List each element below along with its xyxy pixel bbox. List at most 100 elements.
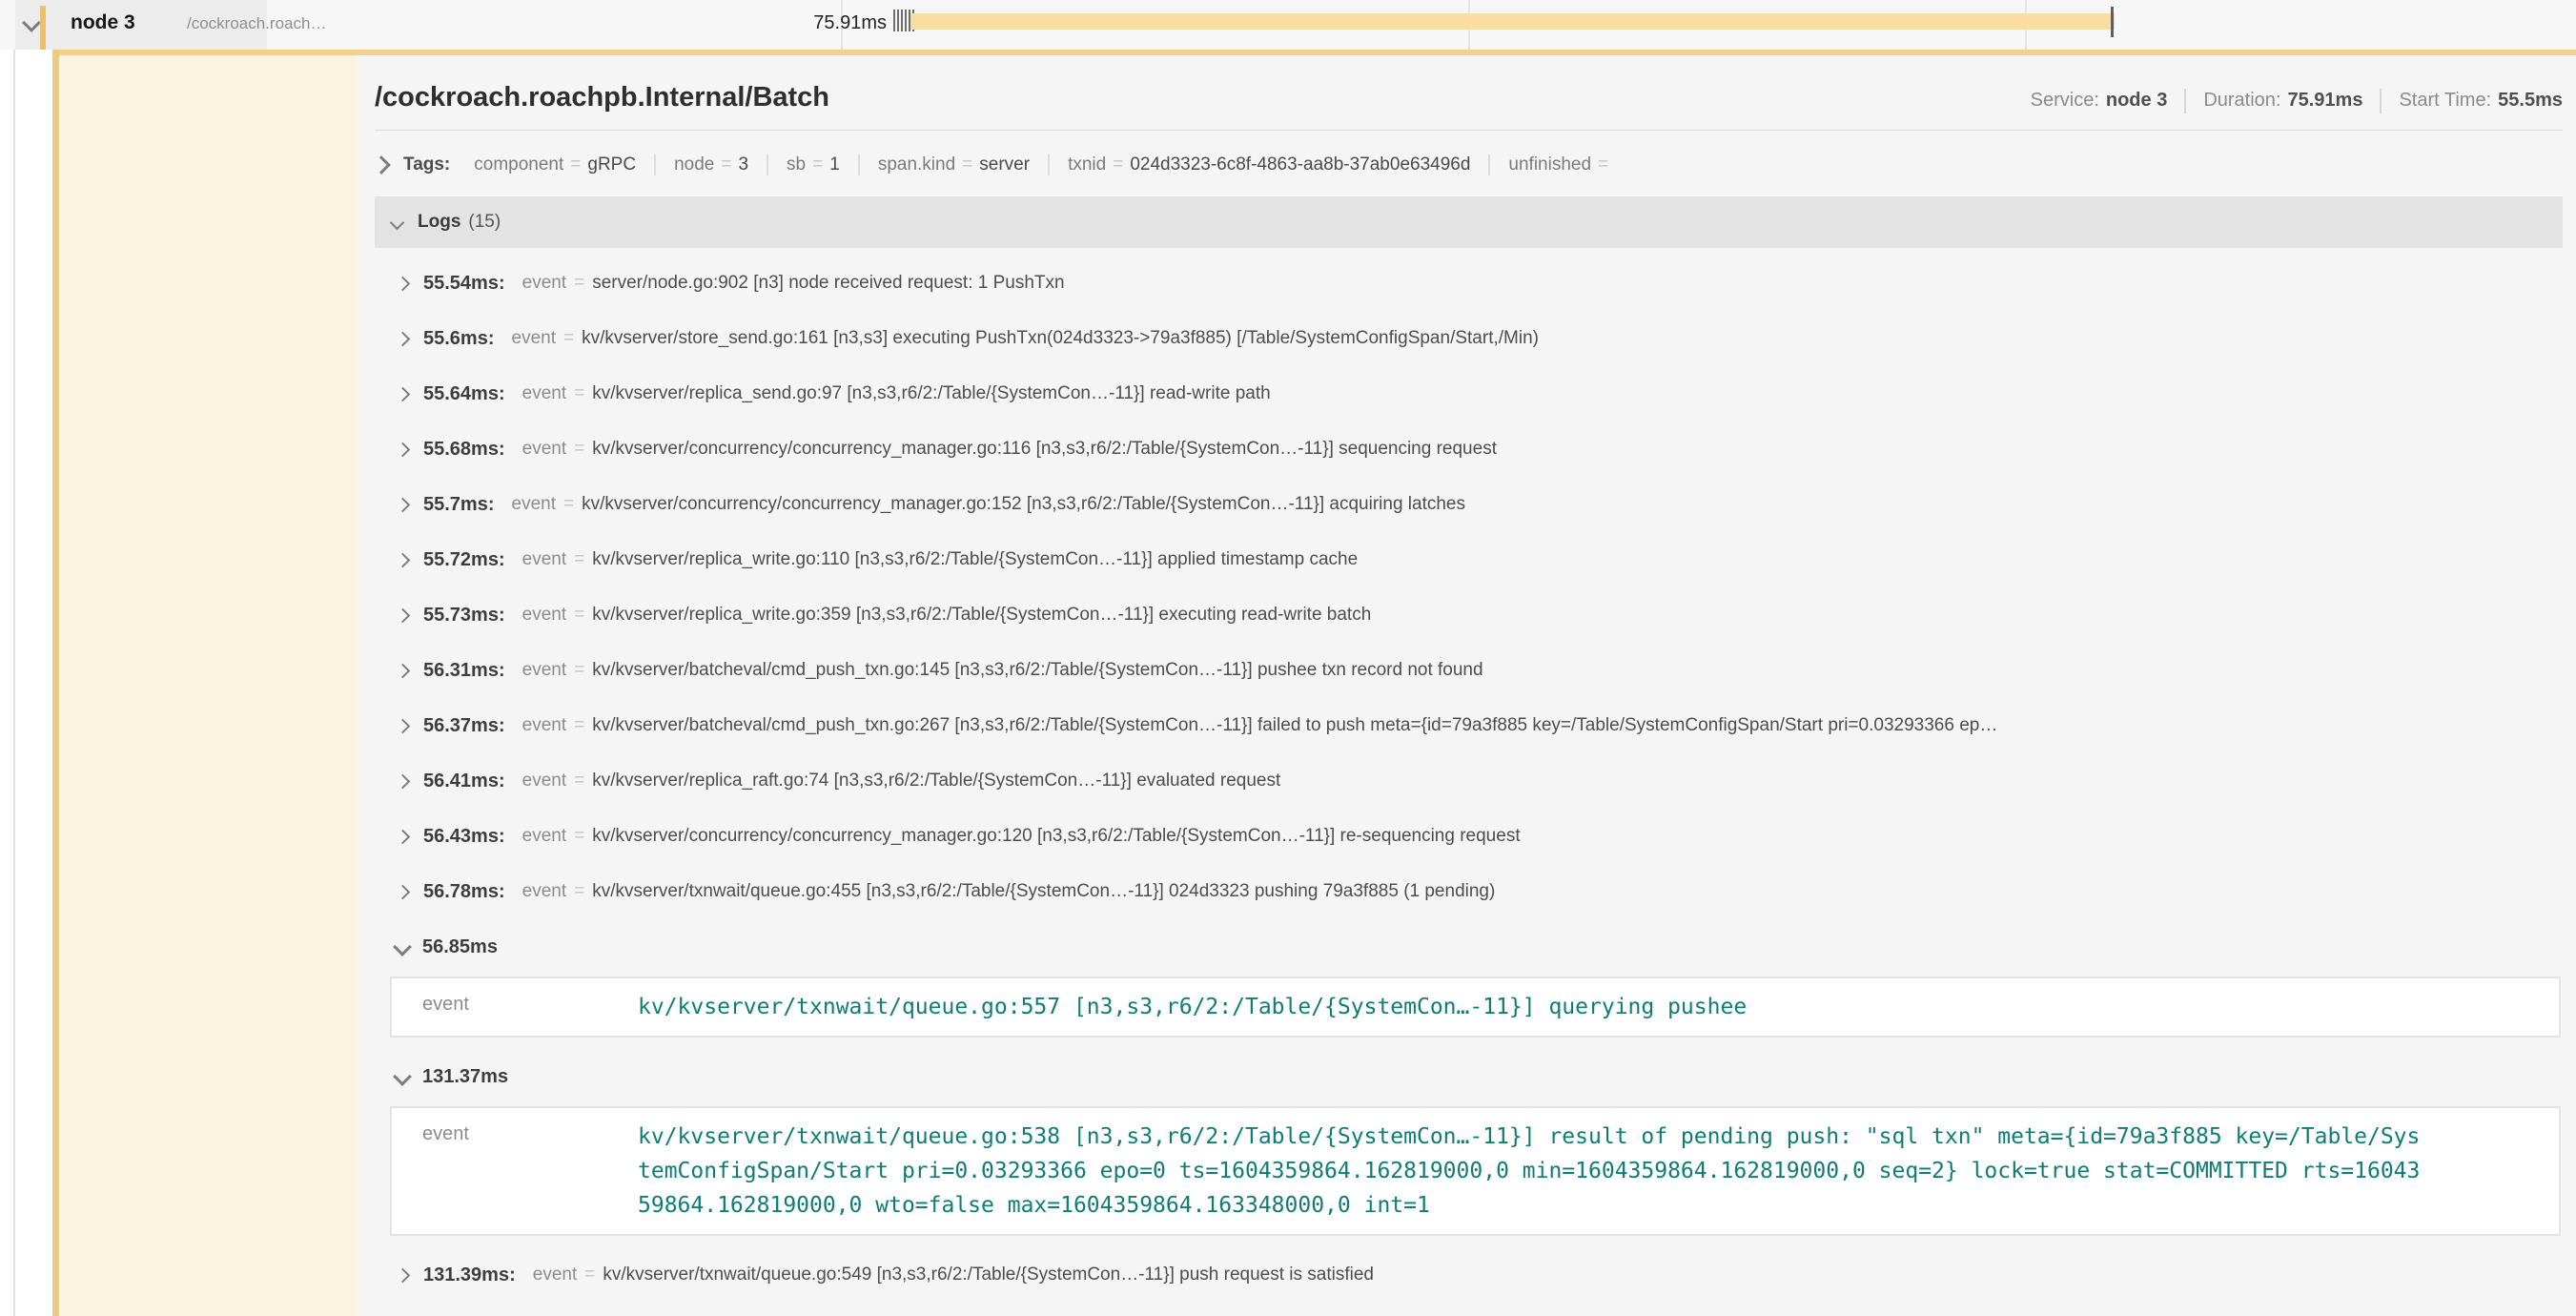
expanded-log-list: 56.85ms event kv/kvserver/txnwait/queue.… [375, 919, 2563, 1236]
log-message: kv/kvserver/concurrency/concurrency_mana… [582, 494, 1465, 515]
log-expand-chevron-icon[interactable] [396, 442, 411, 457]
log-field-key: event [522, 826, 566, 847]
log-timestamp: 55.7ms: [423, 494, 495, 516]
start-time-label: Start Time: [2399, 90, 2491, 112]
tag-item: unfinished = [1488, 154, 1633, 175]
log-row[interactable]: 55.68ms: event = kv/kvserver/concurrency… [375, 422, 2563, 477]
duration-label: Duration: [2203, 90, 2280, 112]
tag-key: unfinished [1508, 154, 1591, 175]
log-expand-chevron-icon[interactable] [396, 276, 411, 291]
log-expand-chevron-icon[interactable] [396, 884, 411, 899]
log-message: server/node.go:902 [n3] node received re… [592, 273, 1064, 294]
page-left-divider [13, 0, 15, 1316]
log-marker-tick-end[interactable] [2111, 7, 2114, 37]
log-expand-chevron-icon[interactable] [396, 607, 411, 623]
logs-section-header[interactable]: Logs (15) [375, 196, 2563, 248]
log-field-key: event [522, 439, 566, 460]
log-row[interactable]: 55.6ms: event = kv/kvserver/store_send.g… [375, 311, 2563, 366]
span-detail-header: /cockroach.roachpb.Internal/Batch Servic… [375, 82, 2563, 113]
span-color-bar [40, 6, 46, 50]
log-row[interactable]: 56.41ms: event = kv/kvserver/replica_raf… [375, 753, 2563, 809]
span-duration-label: 75.91ms [753, 12, 887, 34]
log-expand-chevron-icon[interactable] [396, 386, 411, 401]
logs-title[interactable]: Logs [418, 212, 460, 233]
span-duration-bar[interactable] [910, 13, 2115, 30]
log-marker-tick[interactable] [905, 10, 907, 31]
logs-collapse-chevron-icon[interactable] [390, 215, 405, 230]
log-equals: = [574, 383, 584, 404]
tag-item: sb = 1 [767, 154, 858, 175]
log-message: kv/kvserver/concurrency/concurrency_mana… [592, 439, 1497, 460]
log-timestamp: 55.73ms: [423, 605, 505, 627]
log-marker-tick[interactable] [901, 10, 903, 31]
tag-equals: = [1113, 154, 1123, 175]
log-expand-chevron-icon[interactable] [396, 773, 411, 789]
log-expand-chevron-icon[interactable] [396, 497, 411, 512]
log-message: kv/kvserver/txnwait/queue.go:455 [n3,s3,… [592, 881, 1495, 902]
log-expand-chevron-icon[interactable] [396, 663, 411, 678]
log-marker-tick[interactable] [897, 10, 899, 31]
log-equals: = [584, 1265, 595, 1285]
log-equals: = [563, 328, 574, 349]
log-field-key: event [522, 771, 566, 792]
tag-key: sb [787, 154, 806, 175]
log-row[interactable]: 55.72ms: event = kv/kvserver/replica_wri… [375, 532, 2563, 587]
span-row[interactable]: node 3 /cockroach.roach… 75.91ms [0, 0, 2576, 50]
log-row[interactable]: 56.43ms: event = kv/kvserver/concurrency… [375, 809, 2563, 864]
log-expand-chevron-icon[interactable] [396, 331, 411, 346]
log-message: kv/kvserver/batcheval/cmd_push_txn.go:14… [592, 660, 1482, 681]
log-message: kv/kvserver/concurrency/concurrency_mana… [592, 826, 1520, 847]
log-row[interactable]: 55.54ms: event = server/node.go:902 [n3]… [375, 256, 2563, 311]
log-row[interactable]: 55.73ms: event = kv/kvserver/replica_wri… [375, 587, 2563, 643]
log-expand-chevron-icon[interactable] [396, 1267, 411, 1283]
log-field-key: event [522, 549, 566, 570]
expanded-log-header[interactable]: 131.37ms [375, 1049, 2563, 1104]
tag-value: 3 [738, 154, 748, 175]
log-timestamp: 56.31ms: [423, 660, 505, 682]
tag-equals: = [812, 154, 823, 175]
log-field-value: kv/kvserver/txnwait/queue.go:538 [n3,s3,… [638, 1120, 2420, 1223]
service-label: Service: [2031, 90, 2099, 112]
log-message: kv/kvserver/replica_write.go:359 [n3,s3,… [592, 605, 1371, 626]
log-collapse-chevron-icon[interactable] [393, 1067, 412, 1086]
log-expand-chevron-icon[interactable] [396, 718, 411, 733]
tags-row[interactable]: Tags: component = gRPC node = 3 [375, 145, 2563, 185]
log-row[interactable]: 55.64ms: event = kv/kvserver/replica_sen… [375, 366, 2563, 422]
expanded-log-entry: 56.85ms event kv/kvserver/txnwait/queue.… [375, 919, 2563, 1038]
tag-item: txnid = 024d3323-6c8f-4863-aa8b-37ab0e63… [1048, 154, 1488, 175]
span-service-name[interactable]: node 3 [71, 11, 135, 34]
log-equals: = [574, 715, 584, 736]
tag-equals: = [721, 154, 731, 175]
log-field-key: event [522, 383, 566, 404]
tags-list: component = gRPC node = 3 sb = 1 [456, 154, 1633, 175]
tag-item: node = 3 [654, 154, 767, 175]
log-field-key: event [522, 273, 566, 294]
log-row[interactable]: 131.39ms: event = kv/kvserver/txnwait/qu… [375, 1247, 2563, 1303]
log-timestamp: 56.41ms: [423, 771, 505, 792]
tags-label[interactable]: Tags: [403, 154, 450, 175]
log-row[interactable]: 55.7ms: event = kv/kvserver/concurrency/… [375, 477, 2563, 532]
tags-expand-chevron-icon[interactable] [372, 155, 391, 175]
log-field-value: kv/kvserver/txnwait/queue.go:557 [n3,s3,… [638, 990, 1747, 1024]
log-timestamp: 56.43ms: [423, 826, 505, 848]
tag-value: gRPC [587, 154, 636, 175]
log-field-key: event [522, 881, 566, 902]
log-expand-chevron-icon[interactable] [396, 829, 411, 844]
span-operation-name[interactable]: /cockroach.roach… [187, 14, 326, 33]
tag-key: component [474, 154, 563, 175]
collapsed-log-list: 55.54ms: event = server/node.go:902 [n3]… [375, 256, 2563, 919]
log-fields-table: event kv/kvserver/txnwait/queue.go:538 [… [390, 1106, 2561, 1236]
span-detail-panel: /cockroach.roachpb.Internal/Batch Servic… [356, 55, 2576, 1316]
log-row[interactable]: 56.31ms: event = kv/kvserver/batcheval/c… [375, 643, 2563, 698]
log-marker-tick[interactable] [893, 10, 895, 31]
expanded-log-header[interactable]: 56.85ms [375, 919, 2563, 975]
log-equals: = [574, 826, 584, 847]
log-timestamp: 55.64ms: [423, 383, 505, 405]
log-expand-chevron-icon[interactable] [396, 552, 411, 567]
start-time-value: 55.5ms [2498, 90, 2563, 112]
log-row[interactable]: 56.78ms: event = kv/kvserver/txnwait/que… [375, 864, 2563, 919]
log-collapse-chevron-icon[interactable] [393, 937, 412, 956]
log-row[interactable]: 56.37ms: event = kv/kvserver/batcheval/c… [375, 698, 2563, 753]
tag-key: span.kind [878, 154, 955, 175]
log-field-key: event [512, 494, 556, 515]
